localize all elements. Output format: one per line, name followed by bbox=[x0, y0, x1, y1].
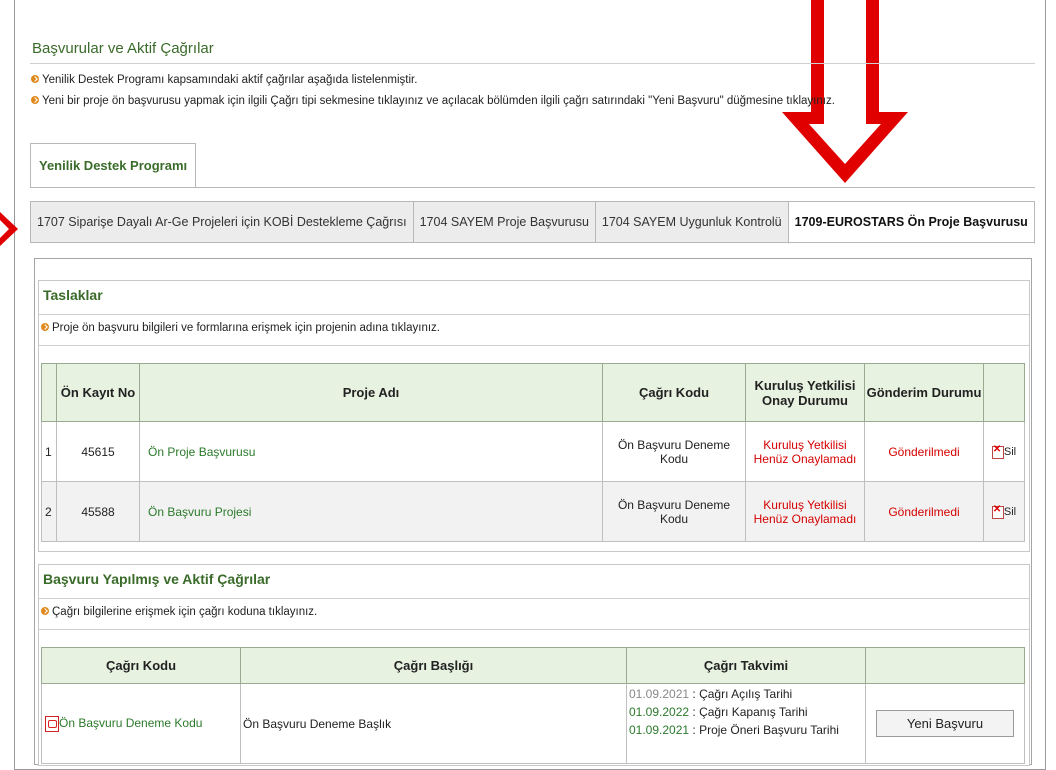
subtab-1709-eurostars[interactable]: 1709-EUROSTARS Ön Proje Başvurusu bbox=[787, 201, 1035, 244]
calls-info-text: Çağrı bilgilerine erişmek için çağrı kod… bbox=[52, 606, 318, 618]
table-row: 1 45615 Ön Proje Başvurusu Ön Başvuru De… bbox=[41, 421, 1025, 482]
calendar-open: 01.09.2021 : Çağrı Açılış Tarihi bbox=[629, 685, 864, 703]
bullet-icon bbox=[41, 323, 49, 331]
col-cagri-kodu: Çağrı Kodu bbox=[41, 647, 241, 684]
drafts-divider-2 bbox=[39, 345, 1029, 346]
title-divider bbox=[30, 63, 1035, 64]
page-title: Başvurular ve Aktif Çağrılar bbox=[32, 40, 214, 57]
calendar-open-date: 01.09.2021 bbox=[629, 687, 690, 701]
subtab-bar: 1707 Siparişe Dayalı Ar-Ge Projeleri içi… bbox=[30, 201, 1035, 244]
pdf-icon[interactable] bbox=[45, 715, 59, 732]
delete-label: Sil bbox=[1003, 506, 1017, 519]
calendar-proposal-date: 01.09.2021 bbox=[629, 723, 690, 737]
call-code-link[interactable]: Ön Başvuru Deneme Kodu bbox=[59, 716, 202, 730]
col-cagri-kodu: Çağrı Kodu bbox=[602, 363, 746, 422]
col-kayit-no: Ön Kayıt No bbox=[56, 363, 140, 422]
call-actions: Yeni Başvuru bbox=[865, 683, 1025, 764]
calls-title: Başvuru Yapılmış ve Aktif Çağrılar bbox=[43, 571, 271, 587]
calendar-close: 01.09.2022 : Çağrı Kapanış Tarihi bbox=[629, 703, 864, 721]
calls-divider bbox=[39, 598, 1029, 599]
delete-icon bbox=[991, 444, 1004, 459]
delete-button[interactable]: Sil bbox=[983, 481, 1025, 542]
subtab-1704-sayem-proje[interactable]: 1704 SAYEM Proje Başvurusu bbox=[412, 201, 596, 243]
subtab-line bbox=[30, 242, 1035, 243]
drafts-table: Ön Kayıt No Proje Adı Çağrı Kodu Kuruluş… bbox=[41, 363, 1025, 542]
row-gonderim-durumu: Gönderilmedi bbox=[864, 481, 984, 542]
row-cagri-kodu: Ön Başvuru Deneme Kodu bbox=[602, 421, 746, 482]
col-actions bbox=[983, 363, 1025, 422]
row-proje-adi-link[interactable]: Ön Proje Başvurusu bbox=[139, 421, 603, 482]
info-text-2: Yeni bir proje ön başvurusu yapmak için … bbox=[42, 95, 835, 107]
calendar-close-label: : Çağrı Kapanış Tarihi bbox=[689, 705, 808, 719]
row-index: 2 bbox=[41, 481, 57, 542]
row-cagri-kodu: Ön Başvuru Deneme Kodu bbox=[602, 481, 746, 542]
drafts-header-row: Ön Kayıt No Proje Adı Çağrı Kodu Kuruluş… bbox=[41, 363, 1025, 422]
calls-info: Çağrı bilgilerine erişmek için çağrı kod… bbox=[41, 606, 317, 618]
col-cagri-takvimi: Çağrı Takvimi bbox=[626, 647, 866, 684]
col-cagri-basligi: Çağrı Başlığı bbox=[240, 647, 627, 684]
row-proje-adi-link[interactable]: Ön Başvuru Projesi bbox=[139, 481, 603, 542]
subtab-1707[interactable]: 1707 Siparişe Dayalı Ar-Ge Projeleri içi… bbox=[30, 201, 414, 243]
bullet-icon bbox=[31, 96, 39, 104]
table-row: 2 45588 Ön Başvuru Projesi Ön Başvuru De… bbox=[41, 481, 1025, 542]
table-row: Ön Başvuru Deneme Kodu Ön Başvuru Deneme… bbox=[41, 683, 1025, 764]
subtab-1704-sayem-uygunluk[interactable]: 1704 SAYEM Uygunluk Kontrolü bbox=[594, 201, 789, 243]
calls-section: Başvuru Yapılmış ve Aktif Çağrılar Çağrı… bbox=[38, 564, 1030, 766]
calls-divider-2 bbox=[39, 629, 1029, 630]
calls-header-row: Çağrı Kodu Çağrı Başlığı Çağrı Takvimi bbox=[41, 647, 1025, 684]
red-right-arrow bbox=[0, 212, 18, 246]
drafts-info: Proje ön başvuru bilgileri ve formlarına… bbox=[41, 322, 440, 334]
new-application-button[interactable]: Yeni Başvuru bbox=[875, 710, 1015, 737]
calendar-proposal-label: : Proje Öneri Başvuru Tarihi bbox=[689, 723, 839, 737]
col-proje-adi: Proje Adı bbox=[139, 363, 603, 422]
row-kayit-no: 45615 bbox=[56, 421, 140, 482]
col-onay-durumu: Kuruluş Yetkilisi Onay Durumu bbox=[745, 363, 865, 422]
row-index: 1 bbox=[41, 421, 57, 482]
delete-button[interactable]: Sil bbox=[983, 421, 1025, 482]
tab-line bbox=[30, 187, 1035, 188]
calendar-open-label: : Çağrı Açılış Tarihi bbox=[689, 687, 793, 701]
tab-yenilik-destek[interactable]: Yenilik Destek Programı bbox=[30, 143, 197, 188]
info-line-2: Yeni bir proje ön başvurusu yapmak için … bbox=[31, 95, 835, 107]
delete-label: Sil bbox=[1003, 446, 1017, 459]
drafts-section: Taslaklar Proje ön başvuru bilgileri ve … bbox=[38, 280, 1030, 552]
info-line-1: Yenilik Destek Programı kapsamındaki akt… bbox=[31, 74, 417, 86]
col-gonderim-durumu: Gönderim Durumu bbox=[864, 363, 984, 422]
drafts-divider bbox=[39, 314, 1029, 315]
bullet-icon bbox=[31, 75, 39, 83]
col-actions bbox=[865, 647, 1025, 684]
call-title: Ön Başvuru Deneme Başlık bbox=[240, 683, 627, 764]
bullet-icon bbox=[41, 607, 49, 615]
col-index bbox=[41, 363, 57, 422]
drafts-title: Taslaklar bbox=[43, 287, 103, 303]
calendar-proposal: 01.09.2021 : Proje Öneri Başvuru Tarihi bbox=[629, 721, 864, 739]
drafts-info-text: Proje ön başvuru bilgileri ve formlarına… bbox=[52, 322, 440, 334]
row-onay-durumu: Kuruluş Yetkilisi Henüz Onaylamadı bbox=[745, 421, 865, 482]
calendar-close-date: 01.09.2022 bbox=[629, 705, 690, 719]
call-calendar: 01.09.2021 : Çağrı Açılış Tarihi 01.09.2… bbox=[626, 683, 866, 764]
delete-icon bbox=[991, 504, 1004, 519]
row-onay-durumu: Kuruluş Yetkilisi Henüz Onaylamadı bbox=[745, 481, 865, 542]
calls-table: Çağrı Kodu Çağrı Başlığı Çağrı Takvimi Ö… bbox=[41, 647, 1025, 764]
info-text-1: Yenilik Destek Programı kapsamındaki akt… bbox=[42, 74, 418, 86]
row-kayit-no: 45588 bbox=[56, 481, 140, 542]
row-gonderim-durumu: Gönderilmedi bbox=[864, 421, 984, 482]
call-code-cell: Ön Başvuru Deneme Kodu bbox=[41, 683, 241, 764]
